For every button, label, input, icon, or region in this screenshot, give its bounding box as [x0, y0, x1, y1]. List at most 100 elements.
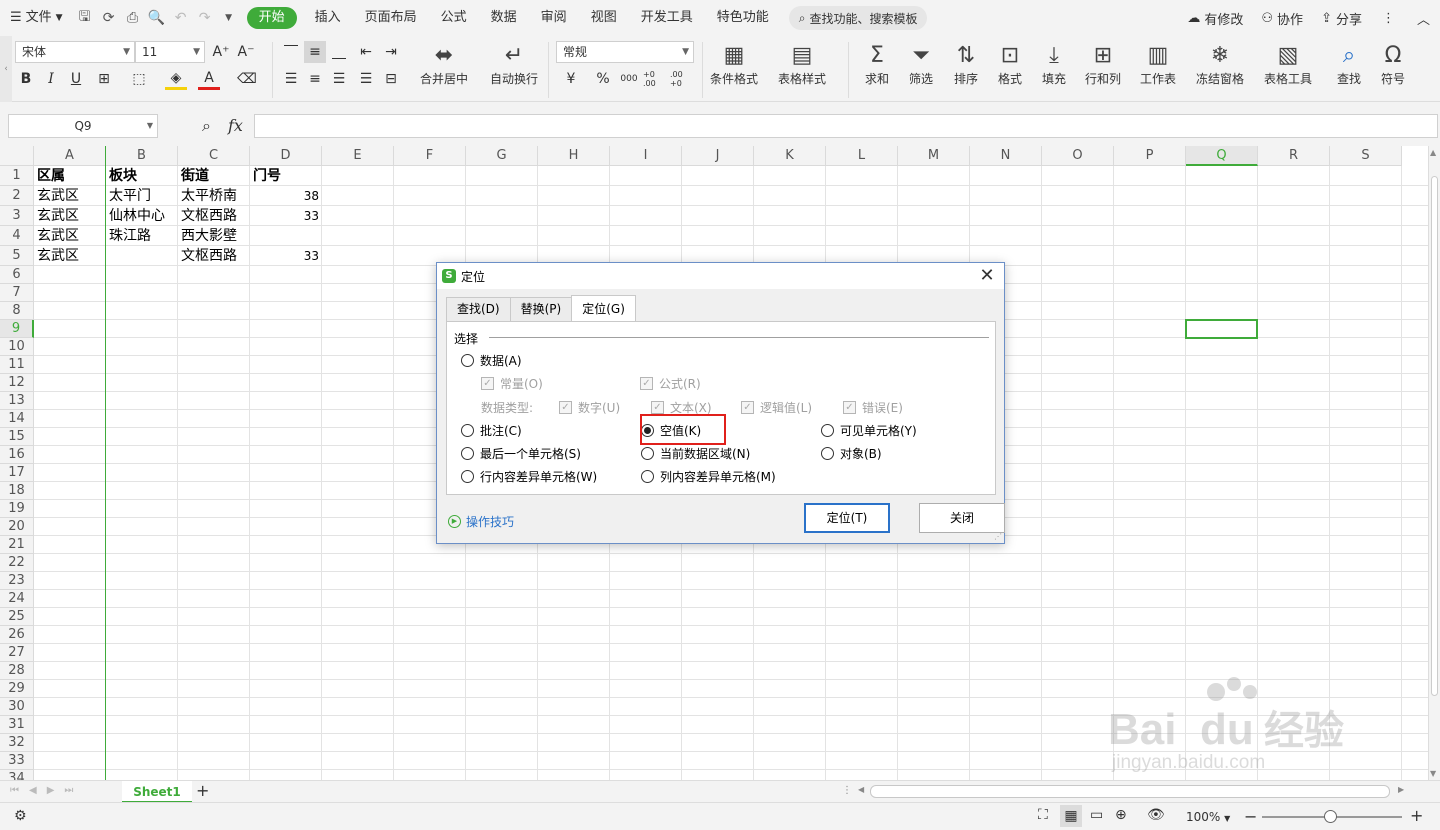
row-header-19[interactable]: 19: [0, 500, 34, 518]
row-header-30[interactable]: 30: [0, 698, 34, 716]
horizontal-scrollbar[interactable]: [870, 785, 1390, 798]
cell-c5[interactable]: 文枢西路: [178, 246, 250, 266]
more-icon[interactable]: ⋮: [1372, 11, 1405, 26]
radio-column-differences[interactable]: 列内容差异单元格(M): [641, 468, 776, 485]
column-header-p[interactable]: P: [1114, 146, 1186, 166]
more-dropdown-icon[interactable]: ▼: [217, 6, 241, 30]
redo-icon[interactable]: ↷: [193, 6, 217, 30]
add-sheet-button[interactable]: +: [196, 781, 209, 800]
tab-insert[interactable]: 插入: [303, 0, 353, 36]
zoom-slider[interactable]: [1262, 810, 1402, 823]
save-icon[interactable]: 🖫: [73, 6, 97, 30]
tab-replace[interactable]: 替换(P): [509, 297, 573, 321]
column-header-r[interactable]: R: [1258, 146, 1330, 166]
active-cell-q9[interactable]: [1185, 319, 1258, 339]
column-header-j[interactable]: J: [682, 146, 754, 166]
feature-search[interactable]: ⌕ 查找功能、搜索模板: [788, 6, 928, 30]
scroll-right-icon[interactable]: ▶: [1398, 785, 1404, 794]
tab-start[interactable]: 开始: [246, 7, 297, 29]
tab-find[interactable]: 查找(D): [446, 297, 511, 321]
align-center-icon[interactable]: ≡: [304, 68, 326, 90]
column-header-n[interactable]: N: [970, 146, 1042, 166]
checkbox-number[interactable]: ✓ 数字(U): [559, 399, 620, 416]
cell-c1[interactable]: 街道: [178, 166, 250, 186]
modified-button[interactable]: ☁ 有修改: [1179, 9, 1251, 28]
row-header-25[interactable]: 25: [0, 608, 34, 626]
align-left-icon[interactable]: ☰: [280, 68, 302, 90]
conditional-format-button[interactable]: ▦ 条件格式: [710, 40, 758, 87]
row-header-28[interactable]: 28: [0, 662, 34, 680]
column-header-g[interactable]: G: [466, 146, 538, 166]
ribbon-scroll-left-icon[interactable]: ‹: [0, 36, 12, 102]
row-header-12[interactable]: 12: [0, 374, 34, 392]
align-bottom-icon[interactable]: ⎽: [328, 41, 350, 63]
tab-goto[interactable]: 定位(G): [571, 295, 636, 321]
row-header-5[interactable]: 5: [0, 246, 34, 266]
cell-b4[interactable]: 珠江路: [106, 226, 178, 246]
format-painter-icon[interactable]: ⟳: [97, 6, 121, 30]
cell-d3[interactable]: 33: [250, 206, 322, 226]
cell-d4[interactable]: [250, 226, 322, 246]
percent-button[interactable]: %: [592, 68, 614, 90]
share-button[interactable]: ⇪ 分享: [1313, 9, 1370, 28]
row-header-22[interactable]: 22: [0, 554, 34, 572]
column-header-b[interactable]: B: [106, 146, 178, 166]
row-header-34[interactable]: 34: [0, 770, 34, 780]
row-header-3[interactable]: 3: [0, 206, 34, 226]
checkbox-formula[interactable]: ✓ 公式(R): [640, 375, 701, 392]
page-view-icon[interactable]: ▭: [1090, 807, 1103, 823]
checkbox-logical[interactable]: ✓ 逻辑值(L): [741, 399, 812, 416]
scroll-up-icon[interactable]: ▲: [1430, 148, 1436, 157]
macro-icon[interactable]: ⚙: [14, 808, 27, 824]
cell-b1[interactable]: 板块: [106, 166, 178, 186]
column-header-f[interactable]: F: [394, 146, 466, 166]
row-header-4[interactable]: 4: [0, 226, 34, 246]
scroll-down-icon[interactable]: ▼: [1430, 769, 1436, 778]
underline-icon[interactable]: U: [65, 68, 87, 90]
resize-grip-icon[interactable]: ⋰: [994, 532, 1002, 541]
undo-icon[interactable]: ↶: [169, 6, 193, 30]
hscroll-split-icon[interactable]: ⋮: [842, 785, 852, 796]
row-col-button[interactable]: ⊞ 行和列: [1085, 40, 1121, 87]
collaborate-button[interactable]: ⚇ 协作: [1253, 9, 1311, 28]
cell-c3[interactable]: 文枢西路: [178, 206, 250, 226]
row-header-27[interactable]: 27: [0, 644, 34, 662]
align-top-icon[interactable]: ⎺: [280, 41, 302, 63]
freeze-panes-button[interactable]: ❄ 冻结窗格: [1196, 40, 1244, 87]
fill-color-icon[interactable]: ◈: [165, 68, 187, 90]
cell-d5[interactable]: 33: [250, 246, 322, 266]
name-box[interactable]: Q9 ▼: [8, 114, 158, 138]
row-header-1[interactable]: 1: [0, 166, 34, 186]
row-header-17[interactable]: 17: [0, 464, 34, 482]
radio-visible-cells[interactable]: 可见单元格(Y): [821, 422, 917, 439]
find-button[interactable]: ⌕ 查找: [1334, 40, 1364, 87]
merge-center-button[interactable]: ⬌ 合并居中: [420, 40, 468, 87]
cell-d1[interactable]: 门号: [250, 166, 322, 186]
sort-button[interactable]: ⇅ 排序: [951, 40, 981, 87]
column-header-q[interactable]: Q: [1186, 146, 1258, 166]
currency-button[interactable]: ¥: [560, 68, 582, 90]
cell-a3[interactable]: 玄武区: [34, 206, 106, 226]
row-header-9[interactable]: 9: [0, 320, 34, 338]
row-header-33[interactable]: 33: [0, 752, 34, 770]
column-header-c[interactable]: C: [178, 146, 250, 166]
tab-data[interactable]: 数据: [479, 0, 529, 36]
fx-icon[interactable]: fx: [228, 116, 243, 135]
font-name-select[interactable]: 宋体 ▼: [15, 41, 135, 63]
table-tools-button[interactable]: ▧ 表格工具: [1264, 40, 1312, 87]
column-header-s[interactable]: S: [1330, 146, 1402, 166]
column-header-k[interactable]: K: [754, 146, 826, 166]
italic-icon[interactable]: I: [40, 68, 62, 90]
format-button[interactable]: ⊡ 格式: [995, 40, 1025, 87]
formula-input[interactable]: [254, 114, 1438, 138]
cell-c2[interactable]: 太平桥南: [178, 186, 250, 206]
cell-d2[interactable]: 38: [250, 186, 322, 206]
table-style-button[interactable]: ▤ 表格样式: [778, 40, 826, 87]
column-header-m[interactable]: M: [898, 146, 970, 166]
decimal-decrease-button[interactable]: .00 +0: [670, 68, 696, 90]
cell-c4[interactable]: 西大影壁: [178, 226, 250, 246]
tab-developer[interactable]: 开发工具: [629, 0, 705, 36]
sheet-tab-sheet1[interactable]: Sheet1: [122, 781, 192, 803]
cell-b3[interactable]: 仙林中心: [106, 206, 178, 226]
row-header-24[interactable]: 24: [0, 590, 34, 608]
